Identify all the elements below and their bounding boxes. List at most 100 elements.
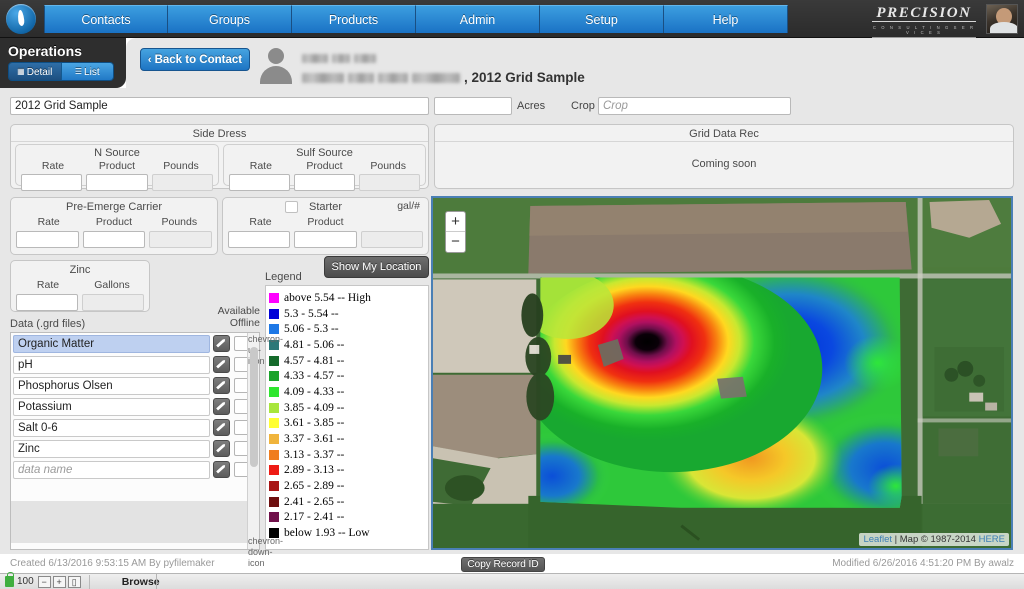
n-source-rate-input[interactable]: [21, 174, 83, 191]
brand-tagline: C O N S U L T I N G S E R V I C E S: [872, 25, 976, 38]
satellite-map-with-heatmap-overlay[interactable]: [433, 198, 1011, 550]
data-file-name-input[interactable]: Potassium: [13, 397, 210, 416]
pencil-edit-icon[interactable]: [213, 377, 230, 394]
data-file-row[interactable]: Organic Matter: [11, 333, 249, 354]
data-file-row[interactable]: data name: [11, 459, 249, 480]
window-toggle-icon[interactable]: ▯: [67, 575, 81, 588]
data-file-row[interactable]: Salt 0-6: [11, 417, 249, 438]
leaflet-link[interactable]: Leaflet: [863, 534, 892, 545]
chevron-up-icon[interactable]: chevron-up-icon: [248, 334, 283, 366]
data-file-name-input[interactable]: Organic Matter: [13, 334, 210, 353]
tab-list[interactable]: ☰ List: [60, 63, 113, 80]
sulf-source-rate-input[interactable]: [229, 174, 290, 191]
data-files-list[interactable]: Organic Matter pH Phosphorus Olsen Potassiu…: [10, 332, 283, 568]
starter-col-rate: Rate: [249, 216, 272, 228]
sulf-source-product-input[interactable]: [294, 174, 355, 191]
legend-color-swatch: [269, 324, 279, 335]
data-file-name-input[interactable]: Salt 0-6: [13, 418, 210, 437]
tab-detail[interactable]: ▦ Detail: [9, 63, 61, 80]
grid-data-rec-body: Coming soon: [691, 158, 757, 170]
data-file-name-input[interactable]: data name: [13, 460, 210, 479]
legend-range-label: 4.57 - 4.81 --: [284, 354, 345, 367]
data-file-name-input[interactable]: Zinc: [13, 439, 210, 458]
legend-color-swatch: [269, 386, 279, 397]
record-title-input[interactable]: [10, 97, 429, 115]
pencil-edit-icon[interactable]: [213, 335, 230, 352]
zinc-col-rate: Rate: [36, 279, 60, 291]
green-lock-icon[interactable]: [5, 572, 14, 587]
pencil-edit-icon[interactable]: [213, 461, 230, 478]
scrollbar-thumb[interactable]: [250, 347, 258, 467]
legend-color-swatch: [269, 308, 279, 319]
data-file-row[interactable]: Zinc: [11, 438, 249, 459]
record-header: ‹ Back to Contact , 2012 Grid Sample: [126, 38, 1024, 92]
copy-record-id-button[interactable]: Copy Record ID: [461, 557, 545, 572]
starter-checkbox[interactable]: [285, 201, 298, 213]
available-offline-label: Available Offline: [205, 305, 260, 329]
nav-item-products[interactable]: Products: [292, 5, 416, 33]
sulf-source-subgroup: Sulf Source Rate Product Pounds: [223, 144, 426, 191]
starter-product-input[interactable]: [294, 231, 357, 248]
pencil-edit-icon[interactable]: [213, 440, 230, 457]
legend-range-label: above 5.54 -- High: [284, 291, 371, 304]
legend-range-label: 3.85 - 4.09 --: [284, 401, 345, 414]
crop-input[interactable]: [598, 97, 791, 115]
data-file-row[interactable]: pH: [11, 354, 249, 375]
data-file-row[interactable]: Phosphorus Olsen: [11, 375, 249, 396]
legend-color-swatch: [269, 355, 279, 366]
legend-range-label: 4.81 - 5.06 --: [284, 338, 345, 351]
attribution-separator: |: [892, 534, 900, 545]
flame-drop-logo-icon[interactable]: [6, 4, 36, 34]
user-avatar[interactable]: [986, 4, 1018, 34]
n-source-col-product: Product: [98, 160, 136, 172]
nav-item-groups[interactable]: Groups: [168, 5, 292, 33]
data-file-name-input[interactable]: Phosphorus Olsen: [13, 376, 210, 395]
legend-color-swatch: [269, 402, 279, 413]
pre-emerge-product-input[interactable]: [82, 231, 146, 248]
zoom-in-icon[interactable]: +: [52, 575, 66, 588]
legend-row: 5.3 - 5.54 --: [269, 306, 428, 322]
back-to-contact-button[interactable]: ‹ Back to Contact: [140, 48, 250, 71]
field-map[interactable]: + − Leaflet | Map © 1987-2014 HERE: [431, 196, 1013, 550]
pre-emerge-rate-input[interactable]: [16, 231, 79, 248]
legend-row: 4.33 - 4.57 --: [269, 368, 428, 384]
acres-input[interactable]: [434, 97, 512, 115]
legend-color-swatch: [269, 434, 279, 445]
data-file-empty-row: [11, 522, 249, 543]
legend-range-label: 5.06 - 5.3 --: [284, 323, 339, 336]
map-zoom-controls[interactable]: + −: [445, 211, 466, 253]
zoom-out-icon[interactable]: −: [37, 575, 51, 588]
nav-item-admin[interactable]: Admin: [416, 5, 540, 33]
data-file-name-input[interactable]: pH: [13, 355, 210, 374]
legend-color-swatch: [269, 292, 279, 303]
data-files-label: Data (.grd files): [10, 318, 86, 330]
legend-color-swatch: [269, 496, 279, 507]
legend-row: 2.65 - 2.89 --: [269, 478, 428, 494]
legend-range-label: 4.33 - 4.57 --: [284, 370, 345, 383]
legend-label: Legend: [265, 271, 302, 283]
nav-item-contacts[interactable]: Contacts: [44, 5, 168, 33]
chevron-down-icon[interactable]: chevron-down-icon: [248, 536, 283, 568]
data-file-row[interactable]: Potassium: [11, 396, 249, 417]
show-my-location-button[interactable]: Show My Location: [324, 256, 429, 278]
n-source-product-input[interactable]: [86, 174, 148, 191]
zoom-level-label: 100: [17, 576, 34, 587]
starter-rate-input[interactable]: [228, 231, 291, 248]
crop-label: Crop: [571, 100, 595, 112]
map-zoom-in-button[interactable]: +: [446, 212, 465, 232]
here-link[interactable]: HERE: [979, 534, 1005, 545]
nav-item-help[interactable]: Help: [664, 5, 788, 33]
pencil-edit-icon[interactable]: [213, 419, 230, 436]
sulf-source-col-product: Product: [306, 160, 343, 172]
pencil-edit-icon[interactable]: [213, 398, 230, 415]
zinc-rate-input[interactable]: [16, 294, 78, 311]
nav-item-setup[interactable]: Setup: [540, 5, 664, 33]
person-silhouette-icon: [258, 46, 294, 84]
map-zoom-out-button[interactable]: −: [446, 232, 465, 252]
pencil-edit-icon[interactable]: [213, 356, 230, 373]
tab-detail-label: Detail: [26, 67, 53, 78]
legend-range-label: 5.3 - 5.54 --: [284, 307, 339, 320]
data-files-scrollbar[interactable]: chevron-up-icon chevron-down-icon: [247, 333, 283, 568]
available-offline-line2: Offline: [229, 317, 260, 329]
legend-color-swatch: [269, 465, 279, 476]
